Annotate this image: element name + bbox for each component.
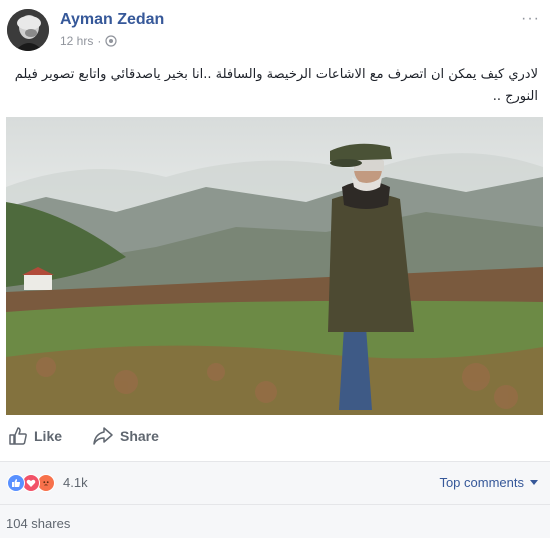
like-reaction-icon (7, 474, 25, 492)
ellipsis-icon[interactable]: ··· (521, 10, 540, 28)
share-label: Share (120, 428, 159, 444)
top-comments-label: Top comments (439, 475, 524, 490)
reaction-icons[interactable] (7, 474, 55, 492)
like-button[interactable]: Like (8, 426, 62, 446)
reaction-count[interactable]: 4.1k (63, 475, 88, 490)
chevron-down-icon (530, 480, 538, 485)
avatar[interactable] (7, 9, 49, 51)
post-time[interactable]: 12 hrs (60, 34, 93, 48)
share-button[interactable]: Share (92, 426, 159, 446)
thumbs-up-icon (9, 427, 27, 445)
share-arrow-icon (93, 427, 113, 445)
post-meta: 12 hrs · (60, 34, 117, 48)
shares-bar: 104 shares (0, 504, 550, 538)
post-actions: Like Share (0, 426, 550, 452)
reactions-bar: 4.1k Top comments (0, 461, 550, 504)
like-label: Like (34, 428, 63, 444)
top-comments-dropdown[interactable]: Top comments (439, 475, 538, 490)
author-name[interactable]: Ayman Zedan (60, 11, 164, 29)
post-text: لادري كيف يمكن ان اتصرف مع الاشاعات الرخ… (14, 67, 538, 104)
shares-count[interactable]: 104 shares (6, 516, 70, 531)
meta-separator: · (97, 34, 102, 48)
globe-icon (105, 35, 117, 47)
post-card: Ayman Zedan 12 hrs · ··· لادري كيف يمكن … (0, 0, 550, 538)
post-photo[interactable] (6, 117, 543, 415)
